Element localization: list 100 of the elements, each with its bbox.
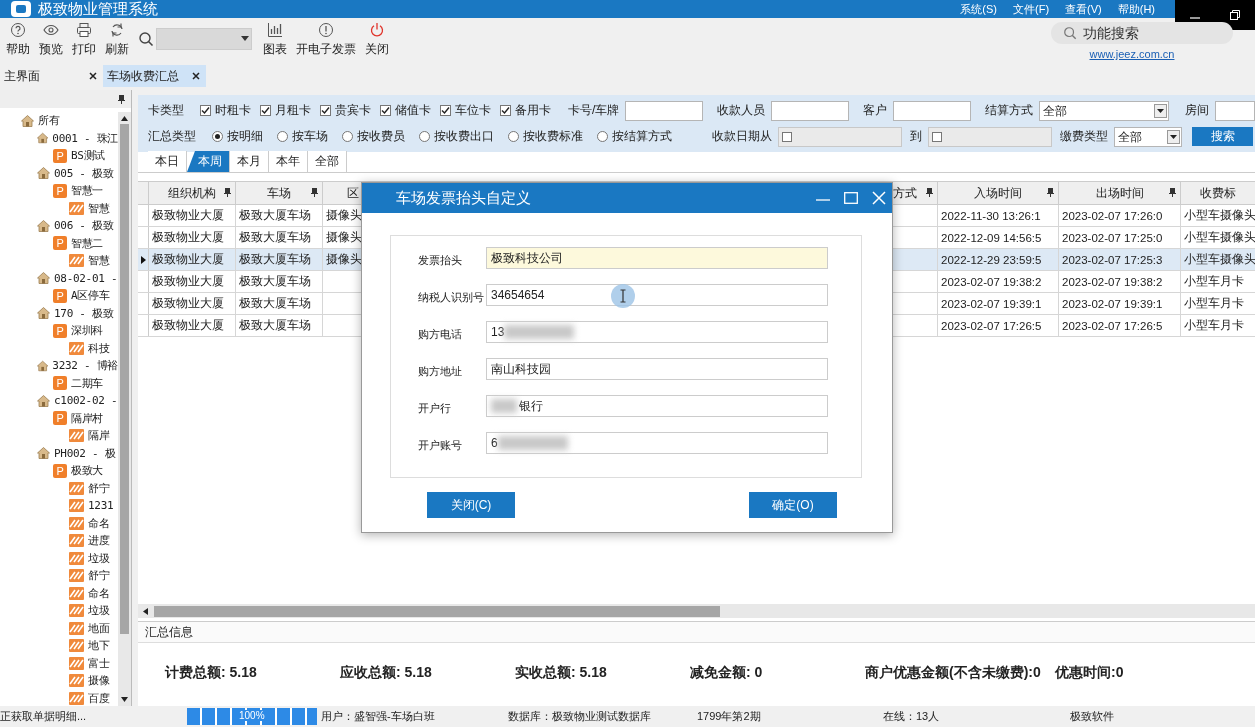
tree-item[interactable]: 08-02-01 - bbox=[54, 271, 118, 285]
checkbox[interactable]: 储值卡 bbox=[380, 102, 431, 119]
search-icon[interactable] bbox=[138, 31, 154, 47]
maximize-icon[interactable] bbox=[844, 192, 858, 204]
tree-item[interactable]: 0001 - 珠江 bbox=[52, 130, 118, 146]
tree-item[interactable]: 科技 bbox=[88, 340, 110, 356]
column-header[interactable]: 区 bbox=[346, 184, 359, 202]
dropdown-field[interactable] bbox=[156, 28, 252, 50]
tree-item[interactable]: 智慧 bbox=[88, 200, 110, 216]
period-tab[interactable]: 本日 bbox=[148, 151, 187, 172]
period-tab[interactable]: 全部 bbox=[308, 151, 347, 172]
date-field[interactable] bbox=[928, 126, 1052, 147]
document-tab[interactable]: 车场收费汇总 bbox=[103, 65, 206, 87]
tree-item[interactable]: BS测试 bbox=[71, 148, 106, 164]
menu-item[interactable]: 查看(V) bbox=[1065, 1, 1102, 17]
dialog-button[interactable]: 关闭(C) bbox=[427, 492, 515, 518]
scroll-left-arrow-icon[interactable] bbox=[143, 607, 148, 615]
radio-button[interactable]: 按收费标准 bbox=[508, 128, 583, 145]
input-field[interactable]: 南山科技园 bbox=[486, 358, 828, 380]
toolbar-button[interactable]: 打印 bbox=[68, 22, 100, 58]
tree-item[interactable]: 地面 bbox=[88, 620, 110, 636]
tree-item[interactable]: PH002 - 极 bbox=[54, 445, 116, 461]
pin-icon[interactable] bbox=[224, 188, 231, 197]
search-field[interactable]: 功能搜索 bbox=[1051, 22, 1233, 44]
period-tab[interactable]: 本月 bbox=[230, 151, 269, 172]
checkbox[interactable]: 备用卡 bbox=[500, 102, 551, 119]
tree-item[interactable]: 命名 bbox=[88, 585, 110, 601]
dropdown-field[interactable]: 全部 bbox=[1114, 126, 1182, 147]
period-tab[interactable]: 本周 bbox=[187, 151, 230, 172]
tree-item[interactable]: 005 - 极致 bbox=[54, 165, 114, 181]
radio-button[interactable]: 按收费员 bbox=[342, 128, 405, 145]
website-link[interactable]: www.jeez.com.cn bbox=[1089, 48, 1175, 60]
text-field[interactable] bbox=[893, 100, 972, 121]
input-field[interactable]: 极致科技公司 bbox=[486, 247, 828, 269]
tree-item[interactable]: 地下 bbox=[88, 638, 110, 654]
caret-icon[interactable] bbox=[241, 36, 249, 42]
text-field[interactable] bbox=[1215, 100, 1255, 121]
input-field[interactable]: 34654654 bbox=[486, 284, 828, 306]
tree-item[interactable]: 摄像 bbox=[88, 673, 110, 689]
scroll-down-arrow-icon[interactable] bbox=[121, 697, 128, 702]
pin-icon[interactable] bbox=[311, 188, 318, 197]
tree-item[interactable]: 智慧 bbox=[88, 253, 110, 269]
tree-item[interactable]: 3232 - 博裕 bbox=[52, 358, 118, 374]
restore-icon[interactable] bbox=[1229, 9, 1241, 21]
checkbox[interactable]: 贵宾卡 bbox=[320, 102, 371, 119]
radio-button[interactable]: 按结算方式 bbox=[597, 128, 672, 145]
checkbox[interactable]: 车位卡 bbox=[440, 102, 491, 119]
input-field[interactable]: 银行 bbox=[486, 395, 828, 417]
pin-icon[interactable] bbox=[926, 188, 933, 197]
radio-button[interactable]: 按车场 bbox=[277, 128, 328, 145]
text-field[interactable] bbox=[625, 100, 704, 121]
tree-item[interactable]: A区停车 bbox=[71, 288, 110, 304]
tree-item[interactable]: 006 - 极致 bbox=[54, 218, 114, 234]
close-icon[interactable] bbox=[89, 72, 97, 80]
column-header[interactable]: 组织机构 bbox=[168, 184, 216, 202]
pin-icon[interactable] bbox=[1047, 188, 1054, 197]
column-header[interactable]: 出场时间 bbox=[1095, 184, 1144, 202]
toolbar-button[interactable]: 图表 bbox=[259, 22, 291, 58]
column-header[interactable]: 收费标 bbox=[1200, 184, 1236, 202]
tree-item[interactable]: 隔岸村 bbox=[71, 410, 104, 426]
tree-item[interactable]: 所有 bbox=[38, 113, 60, 129]
tree-item[interactable]: 垃圾 bbox=[88, 603, 110, 619]
input-field[interactable]: 6 bbox=[486, 432, 828, 454]
tree-item[interactable]: 极致大 bbox=[71, 463, 104, 479]
tree-item[interactable]: 舒宁 bbox=[88, 480, 110, 496]
tree-item[interactable]: 富士 bbox=[88, 655, 110, 671]
column-header[interactable]: 车场 bbox=[267, 184, 291, 202]
checkbox[interactable]: 时租卡 bbox=[200, 102, 251, 119]
tree-item[interactable]: 隔岸 bbox=[88, 428, 110, 444]
menu-item[interactable]: 帮助(H) bbox=[1117, 1, 1155, 17]
tree-item[interactable]: 智慧二 bbox=[71, 235, 104, 251]
pin-icon[interactable] bbox=[118, 94, 125, 104]
input-field[interactable]: 13 bbox=[486, 321, 828, 343]
tree-item[interactable]: 智慧一 bbox=[71, 183, 104, 199]
tree-item[interactable]: 170 - 极致 bbox=[54, 305, 114, 321]
column-header[interactable]: 入场时间 bbox=[974, 184, 1022, 202]
toolbar-button[interactable]: 帮助 bbox=[2, 22, 34, 58]
tree-item[interactable]: 舒宁 bbox=[88, 568, 110, 584]
tree-item[interactable]: c1002-02 - bbox=[54, 394, 118, 408]
tree-item[interactable]: 百度 bbox=[88, 690, 110, 706]
menu-item[interactable]: 系统(S) bbox=[960, 1, 997, 17]
pin-icon[interactable] bbox=[1169, 188, 1176, 197]
tree-item[interactable]: 垃圾 bbox=[88, 550, 110, 566]
scrollbar[interactable] bbox=[138, 604, 1255, 618]
tree-item[interactable]: 命名 bbox=[88, 515, 110, 531]
menu-item[interactable]: 文件(F) bbox=[1013, 1, 1050, 17]
toolbar-button[interactable]: 关闭 bbox=[361, 22, 393, 58]
close-icon[interactable] bbox=[192, 72, 200, 80]
scroll-up-arrow-icon[interactable] bbox=[121, 116, 128, 121]
radio-button[interactable]: 按收费出口 bbox=[419, 128, 494, 145]
text-field[interactable] bbox=[771, 100, 850, 121]
checkbox[interactable]: 月租卡 bbox=[260, 102, 311, 119]
search-button[interactable]: 搜索 bbox=[1192, 127, 1253, 146]
period-tab[interactable]: 本年 bbox=[269, 151, 308, 172]
dropdown-field[interactable]: 全部 bbox=[1039, 100, 1170, 121]
radio-button[interactable]: 按明细 bbox=[212, 128, 263, 145]
dialog-button[interactable]: 确定(O) bbox=[749, 492, 837, 518]
date-field[interactable] bbox=[778, 126, 902, 147]
scrollbar[interactable] bbox=[118, 112, 131, 706]
column-header[interactable]: 方式 bbox=[893, 184, 917, 202]
